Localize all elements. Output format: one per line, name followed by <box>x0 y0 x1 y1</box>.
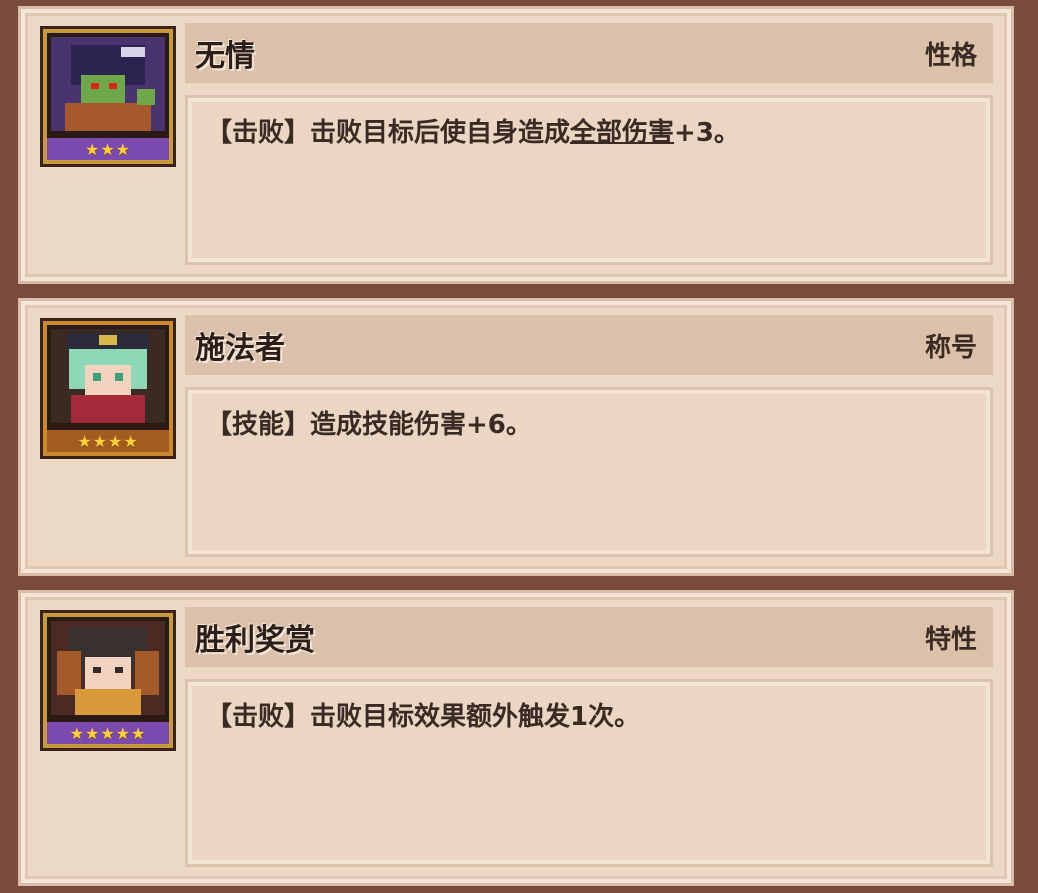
trait-category: 称号 <box>924 332 977 363</box>
description-box: 【击败】击败目标后使自身造成全部伤害+3。 <box>185 95 993 265</box>
trait-category: 性格 <box>924 40 977 71</box>
star-rating: ★★★★★ <box>47 722 169 744</box>
green-haired-hat-character-icon <box>51 329 165 423</box>
brown-haired-character-icon <box>51 621 165 715</box>
keyword-link[interactable]: 全部伤害 <box>570 118 674 148</box>
panel-background: ★★★ 无情 性格 【击败】击败目标后使自身造成全部伤害+3。 ★★★★ 施法者… <box>0 0 1038 893</box>
trait-description: 【击败】击败目标后使自身造成全部伤害+3。 <box>206 118 740 148</box>
character-portrait-icon: ★★★★★ <box>43 613 173 748</box>
trait-description: 【击败】击败目标效果额外触发1次。 <box>206 702 641 732</box>
purple-haired-green-skinned-character-icon <box>51 37 165 131</box>
stars-text: ★★★★★ <box>69 723 147 743</box>
card-header: 胜利奖赏 特性 <box>185 607 993 667</box>
trait-card[interactable]: ★★★★ 施法者 称号 【技能】造成技能伤害+6。 <box>18 298 1014 576</box>
stars-text: ★★★★ <box>77 431 139 451</box>
description-suffix: +3。 <box>674 118 740 148</box>
trait-name: 施法者 <box>195 331 285 366</box>
trait-name: 无情 <box>195 39 255 74</box>
trait-card[interactable]: ★★★★★ 胜利奖赏 特性 【击败】击败目标效果额外触发1次。 <box>18 590 1014 886</box>
character-portrait-icon: ★★★★ <box>43 321 173 456</box>
description-box: 【击败】击败目标效果额外触发1次。 <box>185 679 993 867</box>
trait-description: 【技能】造成技能伤害+6。 <box>206 410 532 440</box>
trait-name: 胜利奖赏 <box>195 623 315 658</box>
star-rating: ★★★★ <box>47 430 169 452</box>
star-rating: ★★★ <box>47 138 169 160</box>
character-portrait-icon: ★★★ <box>43 29 173 164</box>
stars-text: ★★★ <box>84 139 132 159</box>
description-text: 【击败】击败目标后使自身造成 <box>206 118 571 148</box>
trait-card[interactable]: ★★★ 无情 性格 【击败】击败目标后使自身造成全部伤害+3。 <box>18 6 1014 284</box>
trait-category: 特性 <box>924 624 977 655</box>
card-header: 施法者 称号 <box>185 315 993 375</box>
description-box: 【技能】造成技能伤害+6。 <box>185 387 993 557</box>
card-header: 无情 性格 <box>185 23 993 83</box>
